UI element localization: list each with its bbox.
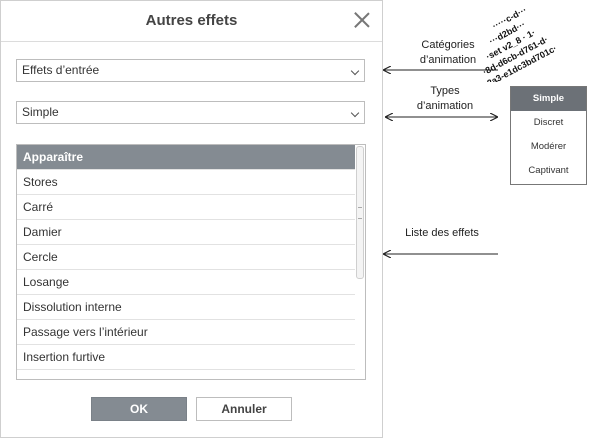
dropdown-option[interactable]: Simple: [511, 87, 586, 111]
dropdown-option[interactable]: Modérer: [511, 135, 586, 159]
dropdown-option[interactable]: Captivant: [511, 159, 586, 183]
dropdown-option[interactable]: Discret: [511, 111, 586, 135]
animation-type-dropdown: Simple Discret Modérer Captivant: [510, 86, 587, 185]
types-annotation: Types d’animation: [416, 85, 474, 112]
watermark-stamp: ·····c-d··· ···d2bd··· ·set v2_8 · 1· ·8…: [478, 5, 559, 82]
effects-annotation: Liste des effets: [405, 227, 479, 239]
